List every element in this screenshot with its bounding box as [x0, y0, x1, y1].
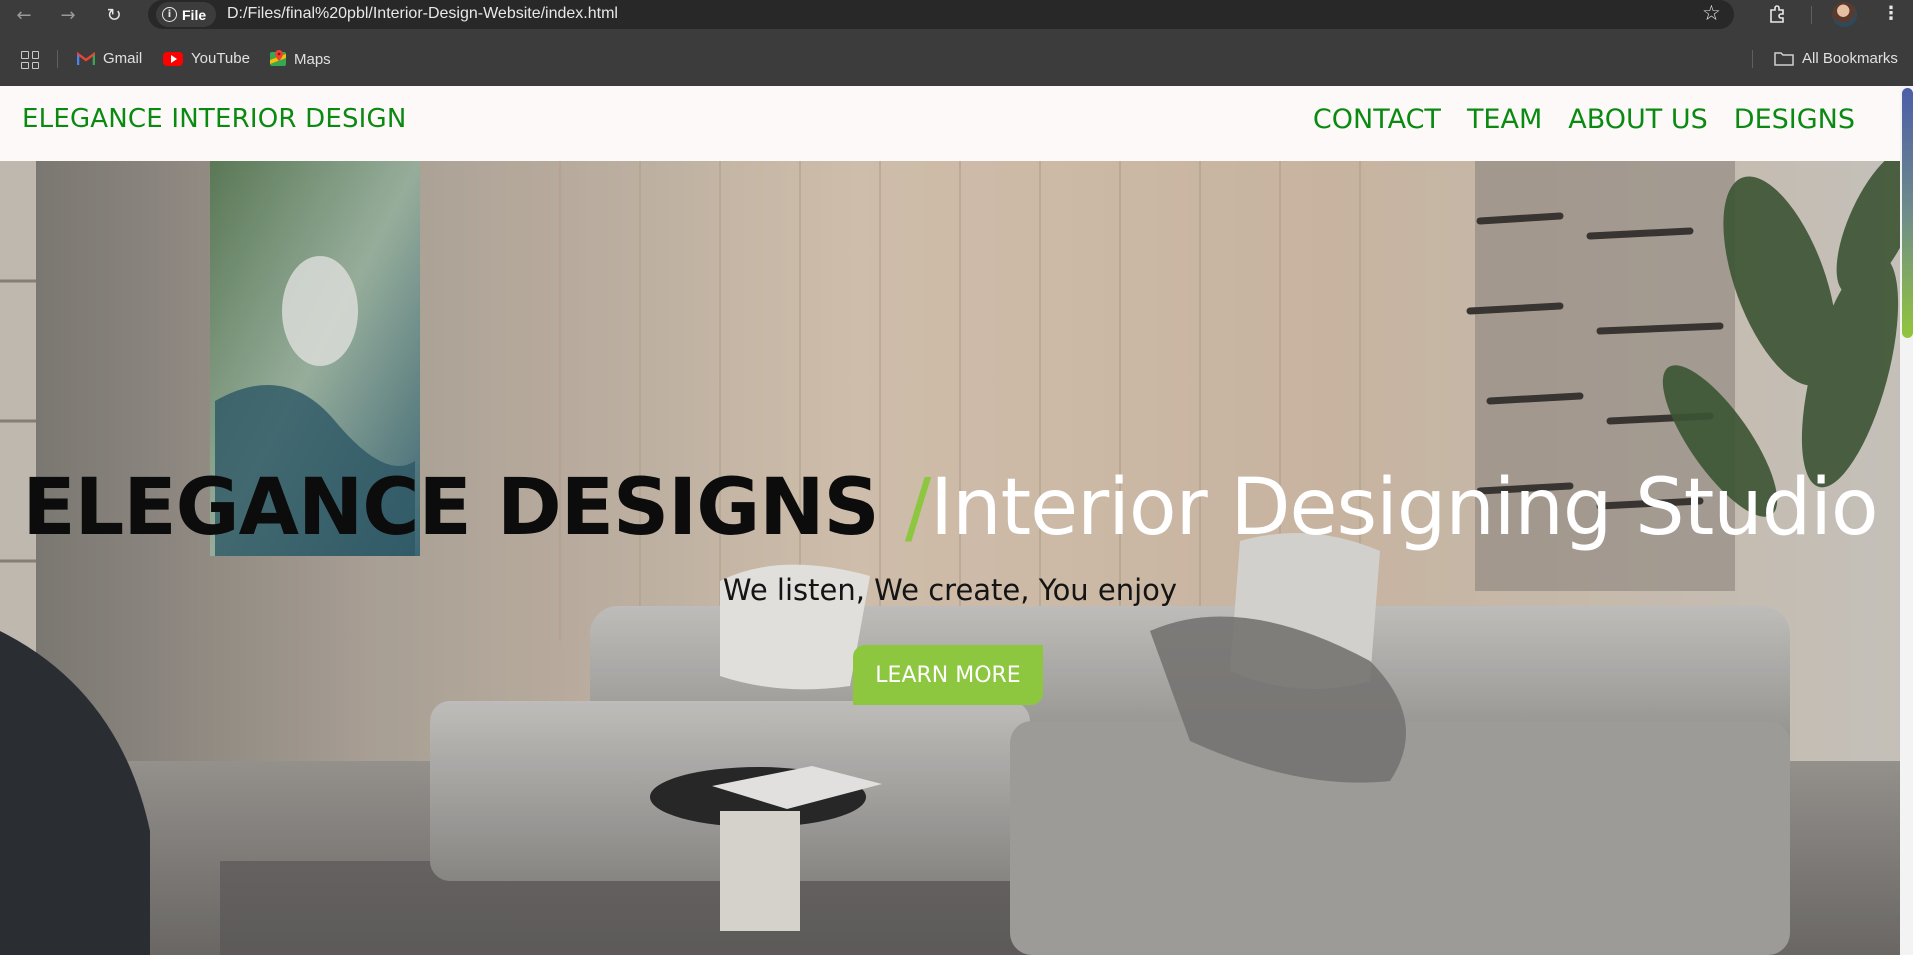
bookmarks-divider: [1752, 50, 1753, 68]
nav-link-designs[interactable]: DESIGNS: [1734, 104, 1855, 135]
star-icon[interactable]: ☆: [1702, 1, 1721, 25]
maps-icon: [270, 50, 286, 66]
hero-subtitle: We listen, We create, You enjoy: [722, 573, 1178, 607]
extensions-icon[interactable]: [1768, 4, 1788, 24]
main-nav: CONTACT TEAM ABOUT US DESIGNS: [1313, 104, 1855, 135]
site-info-chip[interactable]: i File: [156, 2, 216, 27]
bookmark-label: YouTube: [191, 50, 250, 67]
nav-link-team[interactable]: TEAM: [1467, 104, 1542, 135]
bookmark-label: Gmail: [103, 50, 143, 67]
all-bookmarks-label: All Bookmarks: [1802, 50, 1898, 67]
folder-icon: [1774, 52, 1794, 66]
forward-icon[interactable]: →: [56, 3, 80, 27]
nav-link-about-us[interactable]: ABOUT US: [1568, 104, 1708, 135]
bookmark-label: Maps: [294, 50, 331, 68]
site-header: ELEGANCE INTERIOR DESIGN CONTACT TEAM AB…: [0, 86, 1900, 161]
hero-title-strong: ELEGANCE DESIGNS: [22, 463, 905, 553]
bookmark-gmail[interactable]: Gmail: [77, 50, 142, 67]
all-bookmarks-button[interactable]: All Bookmarks: [1774, 50, 1898, 67]
back-icon[interactable]: ←: [12, 3, 36, 27]
bookmarks-divider: [57, 50, 58, 68]
file-label: File: [182, 6, 207, 23]
hero-title-slash: /: [904, 463, 931, 553]
web-page: ELEGANCE INTERIOR DESIGN CONTACT TEAM AB…: [0, 86, 1913, 955]
learn-more-button[interactable]: LEARN MORE: [853, 645, 1043, 705]
hero-title-light: Interior Designing Studio: [930, 463, 1878, 553]
nav-link-contact[interactable]: CONTACT: [1313, 104, 1441, 135]
hero-background-image: [0, 161, 1900, 955]
browser-toolbar: ← → ↻ i File D:/Files/final%20pbl/Interi…: [0, 0, 1913, 30]
avatar[interactable]: [1832, 2, 1857, 27]
reload-icon[interactable]: ↻: [102, 3, 126, 27]
bookmark-maps[interactable]: Maps: [270, 50, 331, 68]
toolbar-divider: [1811, 6, 1812, 24]
menu-icon[interactable]: ⋮: [1882, 3, 1900, 24]
gmail-icon: [77, 51, 95, 65]
info-icon: i: [162, 7, 177, 22]
scrollbar-thumb[interactable]: [1902, 88, 1913, 338]
hero-section: ELEGANCE DESIGNS /Interior Designing Stu…: [0, 161, 1900, 955]
bookmark-youtube[interactable]: YouTube: [163, 50, 250, 67]
apps-grid-icon[interactable]: [21, 51, 39, 69]
hero-title: ELEGANCE DESIGNS /Interior Designing Stu…: [0, 463, 1900, 553]
youtube-icon: [163, 51, 183, 66]
url-text[interactable]: D:/Files/final%20pbl/Interior-Design-Web…: [227, 5, 618, 23]
site-brand[interactable]: ELEGANCE INTERIOR DESIGN: [22, 104, 407, 134]
